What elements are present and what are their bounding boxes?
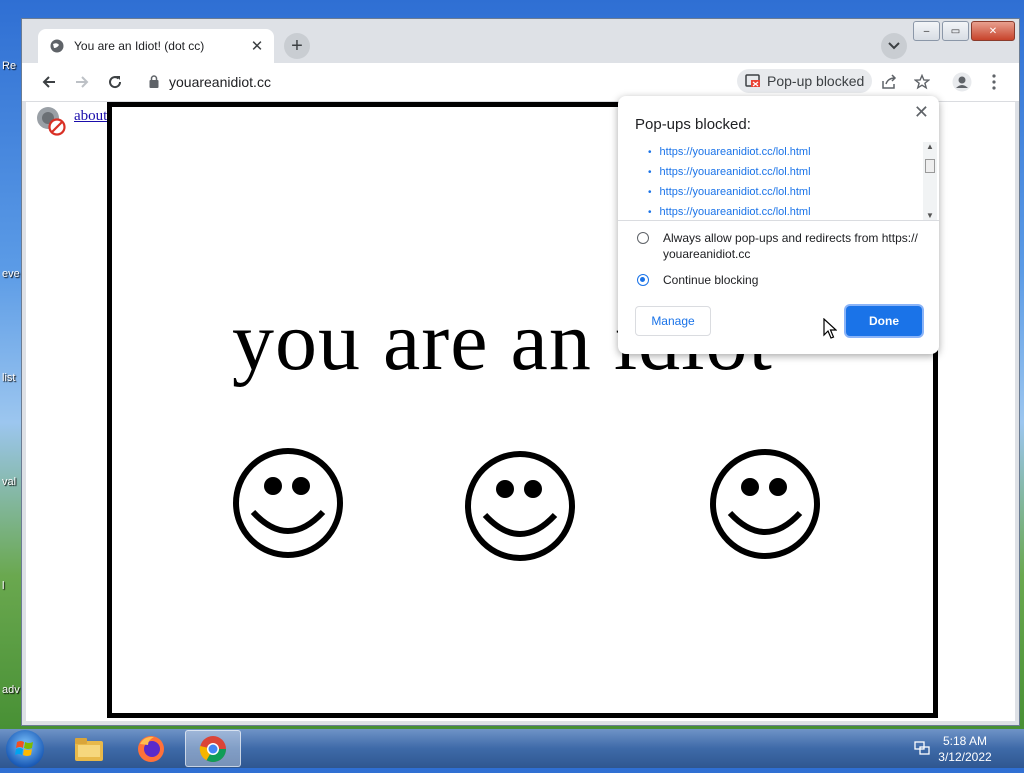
close-icon[interactable]: ✕ (914, 102, 929, 123)
close-tab-icon[interactable]: ✕ (246, 35, 268, 57)
minimize-button[interactable]: – (913, 21, 940, 41)
taskbar-explorer[interactable] (61, 730, 117, 767)
menu-button[interactable] (983, 71, 1005, 93)
new-tab-button[interactable]: + (284, 33, 310, 59)
arrow-right-icon (76, 76, 89, 88)
dialog-title: Pop-ups blocked: (635, 116, 751, 133)
list-scrollbar[interactable]: ▲ ▼ (923, 142, 937, 220)
chrome-icon (199, 735, 227, 762)
always-allow-line1: Always allow pop-ups and redirects from … (663, 231, 918, 245)
scroll-up-icon[interactable]: ▲ (926, 142, 934, 151)
mouse-cursor-icon (823, 318, 837, 339)
windows-logo-icon (15, 741, 33, 756)
share-button[interactable] (878, 71, 900, 93)
url-text[interactable]: youareanidiot.cc (169, 74, 271, 90)
tab-search-button[interactable] (881, 33, 907, 59)
tab-title: You are an Idiot! (dot cc) (74, 39, 205, 53)
taskbar-firefox[interactable] (123, 730, 179, 767)
network-icon[interactable] (914, 740, 930, 756)
popups-blocked-dialog: Pop-ups blocked: ✕ https://youareanidiot… (618, 96, 939, 354)
blocked-url-link[interactable]: https://youareanidiot.cc/lol.html (648, 142, 920, 162)
always-allow-label[interactable]: Always allow pop-ups and redirects from … (663, 230, 918, 262)
taskbar-chrome[interactable] (185, 730, 241, 767)
continue-blocking-label[interactable]: Continue blocking (663, 272, 758, 288)
smiley-face-icon (465, 451, 575, 561)
kebab-menu-icon (992, 74, 996, 90)
blocked-url-link[interactable]: https://youareanidiot.cc/lol.html (648, 182, 920, 202)
taskbar: 5:18 AM 3/12/2022 (0, 729, 1024, 768)
done-button[interactable]: Done (846, 306, 922, 336)
arrow-left-icon (42, 76, 55, 88)
smiley-face-icon (710, 449, 820, 559)
popup-blocked-icon (745, 74, 760, 87)
profile-button[interactable] (951, 71, 973, 93)
desktop-icon-label[interactable]: list (2, 372, 15, 384)
blocked-url-link[interactable]: https://youareanidiot.cc/lol.html (648, 202, 920, 220)
firefox-icon (138, 735, 164, 762)
globe-icon (50, 39, 64, 53)
tab-strip: You are an Idiot! (dot cc) ✕ + – ▭ ✕ (22, 19, 1019, 63)
reload-button[interactable] (103, 70, 127, 94)
desktop-icon-label[interactable]: eve (2, 268, 20, 280)
popup-chip-label: Pop-up blocked (767, 73, 865, 89)
avatar-icon (952, 72, 972, 92)
bookmark-button[interactable] (911, 71, 933, 93)
smiley-face-icon (233, 448, 343, 558)
system-clock[interactable]: 5:18 AM 3/12/2022 (930, 733, 1000, 765)
window-controls: – ▭ ✕ (913, 21, 1015, 41)
desktop-icon-label[interactable]: adv (2, 684, 20, 696)
star-icon (914, 74, 930, 90)
start-button[interactable] (6, 730, 44, 768)
manage-button[interactable]: Manage (635, 306, 711, 336)
always-allow-radio[interactable] (637, 232, 649, 244)
chevron-down-icon (888, 42, 900, 50)
back-button[interactable] (37, 70, 61, 94)
continue-blocking-radio[interactable] (637, 274, 649, 286)
close-window-button[interactable]: ✕ (971, 21, 1015, 41)
maximize-button[interactable]: ▭ (942, 21, 969, 41)
tab-active[interactable]: You are an Idiot! (dot cc) ✕ (38, 29, 274, 63)
divider (618, 220, 939, 221)
always-allow-line2: youareanidiot.cc (663, 247, 751, 261)
blocked-url-list: https://youareanidiot.cc/lol.html https:… (648, 142, 920, 220)
reload-icon (109, 76, 122, 89)
scroll-down-icon[interactable]: ▼ (926, 211, 934, 220)
scrollbar-thumb[interactable] (925, 159, 935, 173)
clock-date: 3/12/2022 (938, 750, 992, 764)
desktop-icon-label[interactable]: Re (2, 60, 16, 72)
flash-blocked-icon (37, 107, 66, 136)
clock-time: 5:18 AM (942, 734, 988, 748)
desktop-icon-label[interactable]: val (2, 476, 16, 488)
share-icon (882, 74, 897, 89)
popup-blocked-chip[interactable]: Pop-up blocked (737, 69, 873, 93)
blocked-url-link[interactable]: https://youareanidiot.cc/lol.html (648, 162, 920, 182)
desktop-icon-label[interactable]: l (2, 580, 4, 592)
folder-icon (75, 737, 103, 761)
lock-icon[interactable] (149, 75, 159, 88)
forward-button[interactable] (70, 70, 94, 94)
